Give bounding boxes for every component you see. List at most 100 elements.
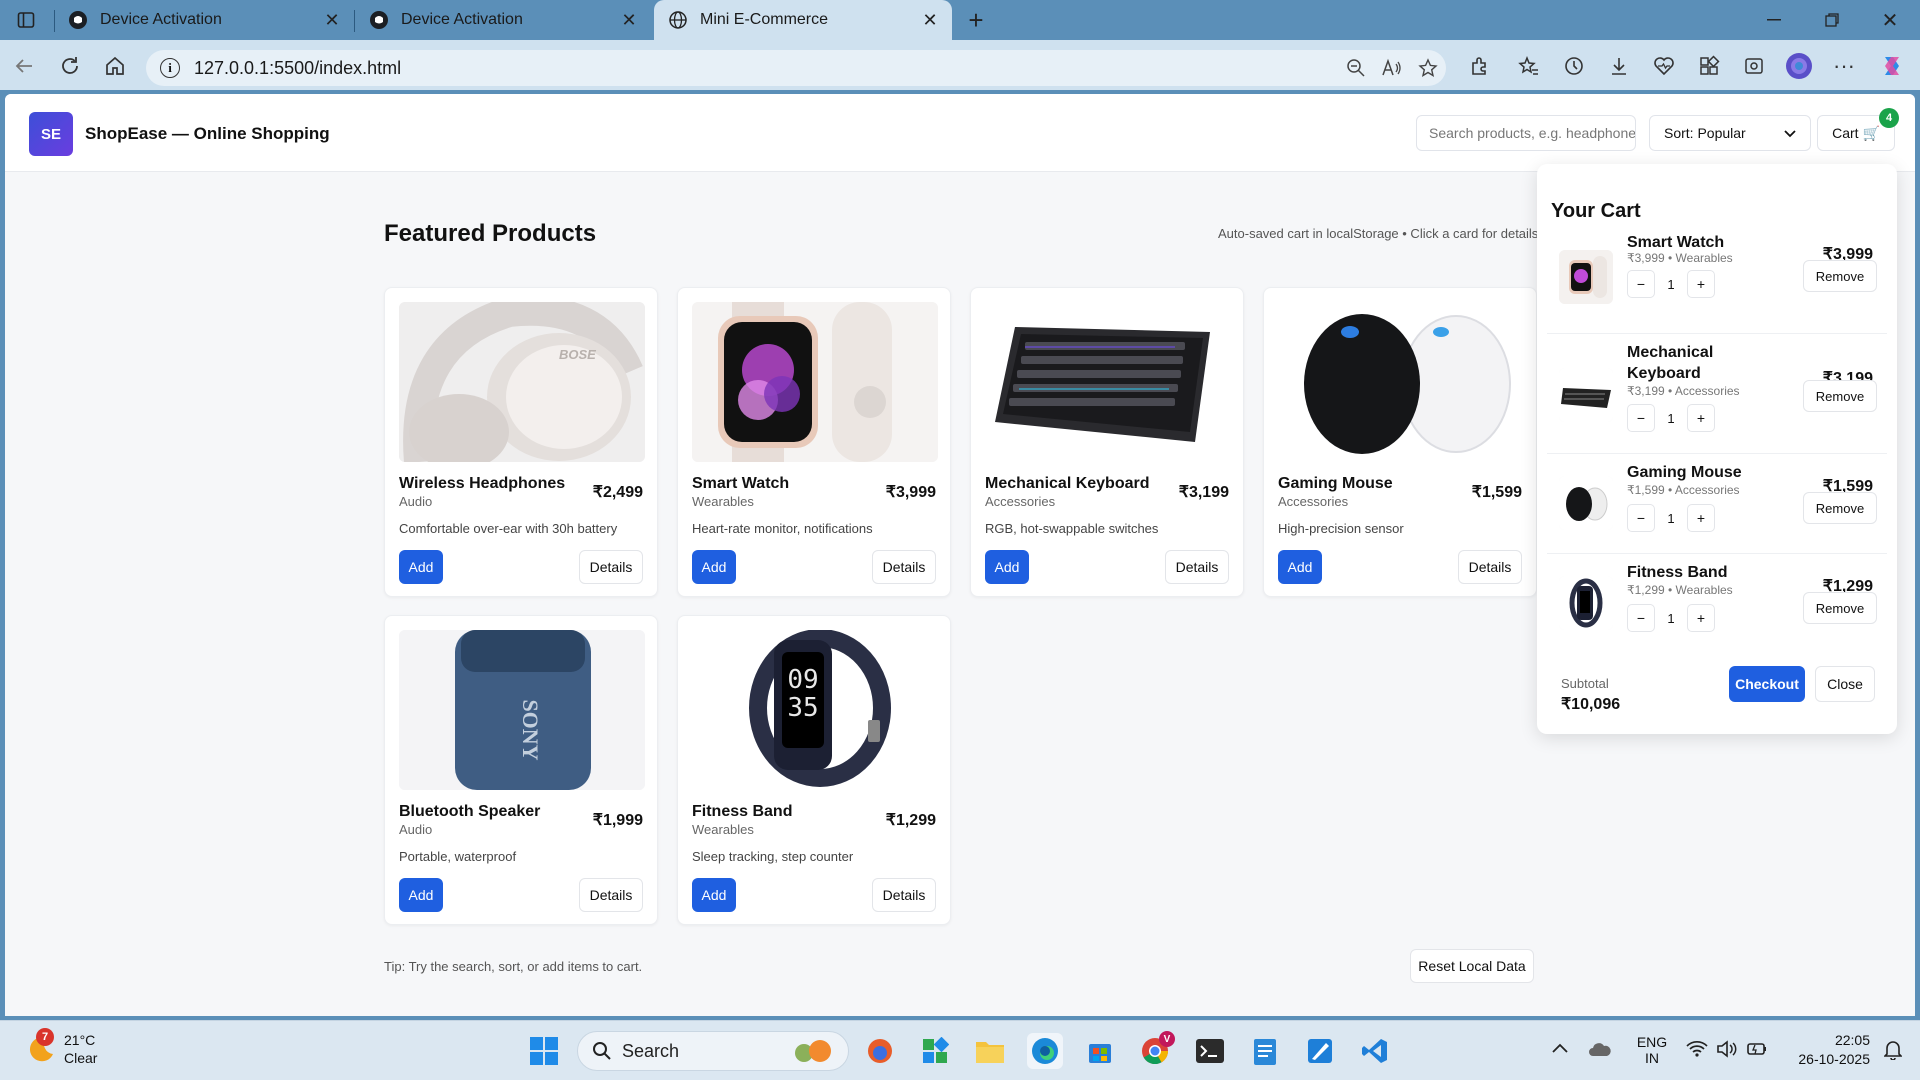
remove-button[interactable]: Remove (1803, 260, 1877, 292)
cart-item-meta: ₹1,599 • Accessories (1627, 483, 1740, 497)
battery-icon[interactable] (1746, 1040, 1768, 1063)
product-card-mouse[interactable]: Gaming Mouse ₹1,599 Accessories High-pre… (1263, 287, 1537, 597)
details-button[interactable]: Details (872, 550, 936, 584)
restore-button[interactable] (1820, 8, 1844, 32)
add-to-cart-button[interactable]: Add (985, 550, 1029, 584)
apps-icon[interactable] (1695, 52, 1723, 80)
paint-icon[interactable] (1302, 1033, 1338, 1069)
notepad-icon[interactable] (1247, 1033, 1283, 1069)
extensions-icon[interactable] (1466, 52, 1494, 80)
cart-item-name: Smart Watch (1627, 234, 1725, 251)
chrome-icon[interactable]: V (1137, 1031, 1175, 1069)
add-to-cart-button[interactable]: Add (399, 878, 443, 912)
headphone-brand: BOSE (559, 347, 596, 362)
product-name: Smart Watch (692, 475, 790, 492)
site-info-icon[interactable]: i (160, 58, 180, 78)
clock[interactable]: 22:05 26-10-2025 (1786, 1032, 1870, 1067)
copilot-taskbar-icon[interactable] (862, 1033, 898, 1069)
history-icon[interactable] (1560, 52, 1588, 80)
decrease-qty-button[interactable]: − (1627, 404, 1655, 432)
product-card-fitness-band[interactable]: 09 35 Fitness Band ₹1,299 Wearables Slee… (677, 615, 951, 925)
terminal-icon[interactable] (1192, 1033, 1228, 1069)
remove-button[interactable]: Remove (1803, 492, 1877, 524)
add-to-cart-button[interactable]: Add (692, 550, 736, 584)
cart-item-meta: ₹3,199 • Accessories (1627, 384, 1740, 398)
show-hidden-icons[interactable] (1552, 1040, 1572, 1060)
reset-local-data-button[interactable]: Reset Local Data (1410, 949, 1534, 983)
product-card-speaker[interactable]: SONY Bluetooth Speaker ₹1,999 Audio Port… (384, 615, 658, 925)
screenshot-icon[interactable] (1740, 52, 1768, 80)
cart-item-name: Mechanical Keyboard (1627, 344, 1714, 382)
product-card-headphones[interactable]: BOSE Wireless Headphones ₹2,499 Audio Co… (384, 287, 658, 597)
tab-title: Mini E-Commerce (700, 11, 829, 28)
read-aloud-icon[interactable] (1374, 58, 1410, 78)
file-explorer-icon[interactable] (972, 1033, 1008, 1069)
more-icon[interactable]: ··· (1830, 52, 1858, 80)
close-window-button[interactable]: ✕ (1878, 8, 1902, 32)
microsoft-store-icon[interactable] (1082, 1033, 1118, 1069)
keyboard-image (985, 302, 1231, 462)
remove-button[interactable]: Remove (1803, 380, 1877, 412)
add-to-cart-button[interactable]: Add (399, 550, 443, 584)
details-button[interactable]: Details (579, 878, 643, 912)
remove-button[interactable]: Remove (1803, 592, 1877, 624)
onedrive-icon[interactable] (1588, 1040, 1612, 1060)
tab-device-activation-2[interactable]: Device Activation ✕ (355, 0, 651, 40)
details-button[interactable]: Details (1458, 550, 1522, 584)
decrease-qty-button[interactable]: − (1627, 504, 1655, 532)
qty-value: 1 (1667, 411, 1675, 426)
vscode-icon[interactable] (1357, 1033, 1393, 1069)
add-to-cart-button[interactable]: Add (1278, 550, 1322, 584)
decrease-qty-button[interactable]: − (1627, 270, 1655, 298)
increase-qty-button[interactable]: + (1687, 604, 1715, 632)
details-button[interactable]: Details (1165, 550, 1229, 584)
favorites-icon[interactable] (1515, 52, 1543, 80)
wifi-icon[interactable] (1686, 1040, 1708, 1063)
profile-avatar-icon[interactable] (1785, 52, 1813, 80)
new-tab-button[interactable]: + (962, 5, 990, 35)
close-icon[interactable]: ✕ (918, 8, 942, 32)
widgets-icon[interactable] (917, 1033, 953, 1069)
volume-icon[interactable] (1716, 1040, 1738, 1063)
tab-device-activation-1[interactable]: Device Activation ✕ (54, 0, 354, 40)
cart-item-name: Fitness Band (1627, 564, 1728, 581)
sort-select[interactable]: Sort: Popular (1649, 115, 1811, 151)
increase-qty-button[interactable]: + (1687, 270, 1715, 298)
favorite-star-icon[interactable] (1410, 58, 1446, 78)
details-button[interactable]: Details (872, 878, 936, 912)
logo[interactable]: SE (29, 112, 73, 156)
downloads-icon[interactable] (1605, 52, 1633, 80)
close-icon[interactable]: ✕ (320, 8, 344, 32)
refresh-icon[interactable] (56, 52, 84, 80)
weather-widget[interactable]: 7 21°C Clear (20, 1028, 130, 1072)
address-bar[interactable]: i 127.0.0.1:5500/index.html (146, 50, 1446, 86)
copilot-icon[interactable] (1878, 52, 1906, 80)
sort-label: Sort: Popular (1664, 125, 1746, 141)
increase-qty-button[interactable]: + (1687, 504, 1715, 532)
mouse-image (1278, 302, 1524, 462)
home-icon[interactable] (101, 52, 129, 80)
product-card-keyboard[interactable]: Mechanical Keyboard ₹3,199 Accessories R… (970, 287, 1244, 597)
back-icon[interactable] (10, 52, 38, 80)
edge-browser-icon[interactable] (1027, 1033, 1063, 1069)
minimize-button[interactable] (1762, 8, 1786, 32)
language-indicator[interactable]: ENG IN (1634, 1034, 1670, 1066)
checkout-button[interactable]: Checkout (1729, 666, 1805, 702)
details-button[interactable]: Details (579, 550, 643, 584)
tab-mini-ecommerce[interactable]: Mini E-Commerce ✕ (654, 0, 952, 40)
decrease-qty-button[interactable]: − (1627, 604, 1655, 632)
windows-start-icon[interactable] (526, 1033, 562, 1069)
close-cart-button[interactable]: Close (1815, 666, 1875, 702)
tab-actions-icon[interactable] (14, 8, 38, 32)
add-to-cart-button[interactable]: Add (692, 878, 736, 912)
product-category: Wearables (692, 494, 754, 509)
browser-essentials-icon[interactable] (1650, 52, 1678, 80)
taskbar-search[interactable]: Search (577, 1031, 849, 1071)
close-icon[interactable]: ✕ (617, 8, 641, 32)
zoom-icon[interactable] (1338, 58, 1374, 78)
increase-qty-button[interactable]: + (1687, 404, 1715, 432)
notifications-icon[interactable] (1883, 1040, 1903, 1065)
search-input[interactable]: Search products, e.g. headphones (1416, 115, 1636, 151)
tab-title: Device Activation (100, 11, 222, 28)
product-card-smartwatch[interactable]: Smart Watch ₹3,999 Wearables Heart-rate … (677, 287, 951, 597)
